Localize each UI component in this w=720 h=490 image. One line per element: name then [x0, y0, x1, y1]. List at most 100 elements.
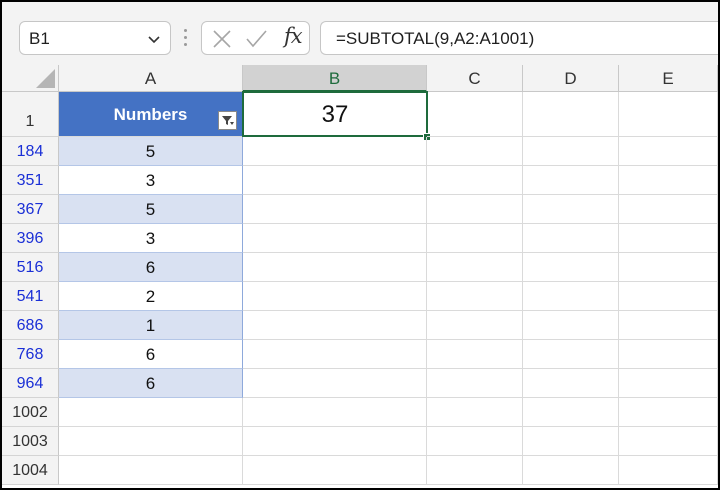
row-header[interactable]: 541	[2, 282, 59, 311]
x-icon[interactable]	[211, 28, 233, 50]
cell[interactable]	[427, 166, 523, 195]
cell[interactable]	[427, 340, 523, 369]
cell[interactable]	[243, 282, 427, 311]
column-header-d[interactable]: D	[523, 65, 619, 92]
column-header-a[interactable]: A	[59, 65, 243, 92]
cell[interactable]	[427, 398, 523, 427]
column-header-b[interactable]: B	[243, 65, 427, 92]
cell[interactable]	[243, 398, 427, 427]
cell[interactable]	[523, 137, 619, 166]
table-cell-numbers[interactable]	[59, 427, 243, 456]
table-cell-numbers[interactable]: 5	[59, 195, 243, 224]
cell[interactable]	[243, 166, 427, 195]
cell[interactable]	[427, 137, 523, 166]
row-header[interactable]: 768	[2, 340, 59, 369]
cell[interactable]	[523, 224, 619, 253]
column-header-c[interactable]: C	[427, 65, 523, 92]
row-header[interactable]: 1004	[2, 456, 59, 485]
row-header[interactable]: 1002	[2, 398, 59, 427]
cell[interactable]	[619, 427, 718, 456]
row-header[interactable]: 1003	[2, 427, 59, 456]
select-all-button[interactable]	[2, 65, 59, 92]
cell[interactable]	[427, 92, 523, 137]
cell[interactable]	[523, 195, 619, 224]
spreadsheet-grid: A B C D E 1 Numbers 37 184 5 351 3 367 5 396 3 5…	[2, 65, 718, 488]
cell[interactable]	[427, 282, 523, 311]
cell[interactable]	[427, 456, 523, 485]
table-cell-numbers[interactable]: 6	[59, 253, 243, 282]
cell[interactable]	[523, 92, 619, 137]
cell[interactable]	[243, 195, 427, 224]
cell[interactable]	[523, 253, 619, 282]
filter-dropdown-icon[interactable]	[218, 111, 237, 130]
table-cell-numbers[interactable]	[59, 398, 243, 427]
cell[interactable]	[619, 369, 718, 398]
cell[interactable]	[427, 369, 523, 398]
name-box-value: B1	[29, 29, 50, 48]
cell[interactable]	[427, 195, 523, 224]
row-header[interactable]: 516	[2, 253, 59, 282]
table-cell-numbers[interactable]: 3	[59, 224, 243, 253]
cell[interactable]	[243, 427, 427, 456]
cell[interactable]	[523, 369, 619, 398]
cell[interactable]	[243, 456, 427, 485]
table-cell-numbers[interactable]: 6	[59, 369, 243, 398]
cell[interactable]	[427, 427, 523, 456]
table-cell-numbers[interactable]: 1	[59, 311, 243, 340]
cell[interactable]	[619, 92, 718, 137]
table-cell-numbers[interactable]: 3	[59, 166, 243, 195]
cell[interactable]	[523, 282, 619, 311]
cell[interactable]	[619, 195, 718, 224]
cell[interactable]	[427, 253, 523, 282]
cell[interactable]	[523, 398, 619, 427]
cell[interactable]	[619, 282, 718, 311]
cell[interactable]	[243, 340, 427, 369]
cell[interactable]	[243, 137, 427, 166]
row-header[interactable]: 396	[2, 224, 59, 253]
row-header-1[interactable]: 1	[2, 92, 59, 137]
row-header[interactable]: 367	[2, 195, 59, 224]
cell[interactable]	[619, 311, 718, 340]
chevron-down-icon[interactable]	[146, 31, 162, 47]
formula-text: =SUBTOTAL(9,A2:A1001)	[336, 29, 535, 48]
cell[interactable]	[619, 224, 718, 253]
cell[interactable]	[619, 137, 718, 166]
formula-bar-buttons: fx	[201, 21, 310, 55]
cell[interactable]	[619, 166, 718, 195]
cell[interactable]	[427, 311, 523, 340]
cell[interactable]	[523, 166, 619, 195]
active-cell-b1[interactable]: 37	[242, 91, 428, 137]
cell[interactable]	[243, 369, 427, 398]
formula-bar: B1 fx =SUBTOTAL(9,A2:A1001)	[2, 2, 718, 65]
select-all-triangle-icon	[36, 69, 55, 88]
table-cell-numbers[interactable]: 6	[59, 340, 243, 369]
row-header[interactable]: 686	[2, 311, 59, 340]
name-box[interactable]: B1	[19, 21, 171, 55]
cell[interactable]	[523, 456, 619, 485]
cell[interactable]	[619, 398, 718, 427]
cell[interactable]	[427, 224, 523, 253]
table-cell-numbers[interactable]: 2	[59, 282, 243, 311]
cell[interactable]	[243, 224, 427, 253]
cell[interactable]	[619, 340, 718, 369]
excel-window: B1 fx =SUBTOTAL(9,A2:A1001) A B C D E 1 …	[0, 0, 720, 490]
cell[interactable]	[619, 456, 718, 485]
table-header-label: Numbers	[113, 105, 188, 124]
formula-bar-resize-handle[interactable]	[182, 27, 188, 49]
row-header[interactable]: 351	[2, 166, 59, 195]
cell[interactable]	[523, 340, 619, 369]
cell[interactable]	[243, 253, 427, 282]
column-header-e[interactable]: E	[619, 65, 718, 92]
row-header[interactable]: 964	[2, 369, 59, 398]
table-header-cell[interactable]: Numbers	[59, 92, 243, 137]
table-cell-numbers[interactable]: 5	[59, 137, 243, 166]
cell[interactable]	[523, 311, 619, 340]
checkmark-icon[interactable]	[245, 28, 267, 50]
cell[interactable]	[523, 427, 619, 456]
insert-function-button[interactable]: fx	[284, 24, 303, 48]
cell[interactable]	[243, 311, 427, 340]
row-header[interactable]: 184	[2, 137, 59, 166]
formula-input[interactable]: =SUBTOTAL(9,A2:A1001)	[320, 21, 718, 55]
cell[interactable]	[619, 253, 718, 282]
table-cell-numbers[interactable]	[59, 456, 243, 485]
